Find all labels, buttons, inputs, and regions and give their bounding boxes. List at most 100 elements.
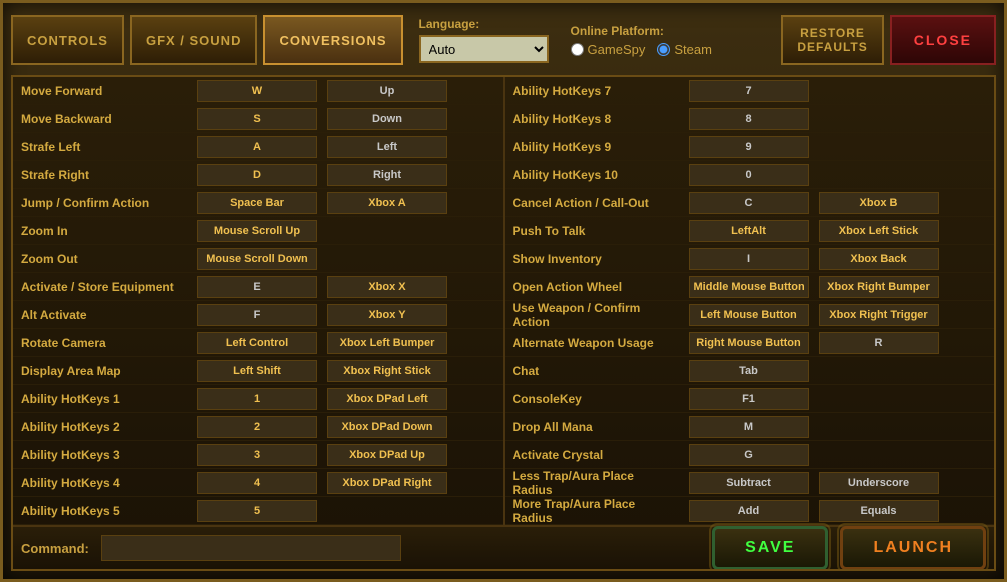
key-binding-secondary-input[interactable] (327, 80, 447, 102)
key-binding-secondary-input[interactable] (819, 332, 939, 354)
key-binding-primary-input[interactable] (197, 416, 317, 438)
control-action-name: Ability HotKeys 1 (13, 389, 193, 409)
key-binding-secondary-input[interactable] (819, 304, 939, 326)
control-action-name: Drop All Mana (505, 417, 685, 437)
key-binding-primary-input[interactable] (197, 472, 317, 494)
key-binding-primary (193, 274, 323, 300)
key-binding-primary-input[interactable] (689, 220, 809, 242)
platform-options: GameSpy Steam (571, 42, 712, 57)
key-binding-primary-input[interactable] (689, 276, 809, 298)
key-binding-secondary-input[interactable] (819, 248, 939, 270)
key-binding-secondary (323, 330, 453, 356)
key-binding-primary-input[interactable] (689, 388, 809, 410)
key-binding-secondary-input[interactable] (327, 416, 447, 438)
key-binding-primary-input[interactable] (197, 444, 317, 466)
key-binding-secondary-input[interactable] (327, 192, 447, 214)
key-binding-secondary-input[interactable] (819, 472, 939, 494)
key-binding-secondary-input[interactable] (327, 304, 447, 326)
key-binding-secondary-input[interactable] (327, 276, 447, 298)
key-binding-secondary-input[interactable] (819, 192, 939, 214)
key-binding-secondary-input[interactable] (327, 388, 447, 410)
key-binding-primary (685, 330, 815, 356)
key-binding-secondary-input[interactable] (819, 220, 939, 242)
key-binding-primary-input[interactable] (689, 192, 809, 214)
key-binding-primary-input[interactable] (689, 80, 809, 102)
key-binding-primary-input[interactable] (197, 108, 317, 130)
tab-gfx-sound[interactable]: GFX / SOUND (130, 15, 258, 65)
key-binding-primary-input[interactable] (197, 248, 317, 270)
key-binding-secondary-input[interactable] (327, 164, 447, 186)
key-binding-secondary-input[interactable] (327, 360, 447, 382)
key-binding-primary-input[interactable] (197, 80, 317, 102)
table-row: Display Area Map (13, 357, 503, 385)
key-binding-primary-input[interactable] (197, 164, 317, 186)
key-binding-primary-input[interactable] (689, 444, 809, 466)
tab-controls[interactable]: CONTROLS (11, 15, 124, 65)
key-binding-primary (193, 78, 323, 104)
restore-defaults-button[interactable]: RESTOREDEFAULTS (781, 15, 883, 65)
key-binding-secondary (323, 229, 453, 233)
launch-button[interactable]: LAUNCH (840, 526, 986, 570)
control-action-name: More Trap/Aura Place Radius (505, 494, 685, 526)
key-binding-primary (193, 162, 323, 188)
control-action-name: Alt Activate (13, 305, 193, 325)
key-binding-primary (685, 302, 815, 328)
control-action-name: Show Inventory (505, 249, 685, 269)
key-binding-secondary-input[interactable] (327, 444, 447, 466)
key-binding-primary-input[interactable] (689, 108, 809, 130)
key-binding-primary (193, 246, 323, 272)
tab-conversions[interactable]: CONVERSIONS (263, 15, 402, 65)
key-binding-secondary (323, 78, 453, 104)
key-binding-primary-input[interactable] (689, 360, 809, 382)
key-binding-primary-input[interactable] (197, 304, 317, 326)
key-binding-primary-input[interactable] (197, 220, 317, 242)
key-binding-secondary (815, 397, 945, 401)
key-binding-primary-input[interactable] (689, 164, 809, 186)
key-binding-secondary (815, 218, 945, 244)
key-binding-primary (685, 442, 815, 468)
key-binding-secondary-input[interactable] (819, 500, 939, 522)
key-binding-secondary-input[interactable] (327, 332, 447, 354)
key-binding-primary-input[interactable] (197, 276, 317, 298)
table-row: Zoom Out (13, 245, 503, 273)
key-binding-primary-input[interactable] (197, 136, 317, 158)
key-binding-primary-input[interactable] (689, 472, 809, 494)
key-binding-secondary-input[interactable] (327, 136, 447, 158)
control-action-name: Display Area Map (13, 361, 193, 381)
key-binding-secondary (323, 442, 453, 468)
main-window: CONTROLS GFX / SOUND CONVERSIONS Languag… (0, 0, 1007, 582)
key-binding-primary-input[interactable] (197, 192, 317, 214)
control-action-name: Rotate Camera (13, 333, 193, 353)
key-binding-primary-input[interactable] (197, 360, 317, 382)
language-select[interactable]: Auto English French German (419, 35, 549, 63)
control-action-name: Alternate Weapon Usage (505, 333, 685, 353)
key-binding-secondary-input[interactable] (819, 276, 939, 298)
key-binding-primary-input[interactable] (689, 332, 809, 354)
key-binding-primary-input[interactable] (689, 304, 809, 326)
control-action-name: Ability HotKeys 7 (505, 81, 685, 101)
key-binding-primary-input[interactable] (689, 416, 809, 438)
key-binding-primary (685, 134, 815, 160)
platform-gamespy[interactable]: GameSpy (571, 42, 646, 57)
table-row: Cancel Action / Call-Out (505, 189, 995, 217)
key-binding-primary-input[interactable] (197, 388, 317, 410)
control-action-name: Activate Crystal (505, 445, 685, 465)
key-binding-secondary (323, 162, 453, 188)
key-binding-secondary-input[interactable] (327, 108, 447, 130)
key-binding-primary-input[interactable] (689, 248, 809, 270)
key-binding-primary-input[interactable] (197, 500, 317, 522)
key-binding-primary-input[interactable] (689, 136, 809, 158)
key-binding-secondary (323, 302, 453, 328)
close-button[interactable]: CLOSE (890, 15, 996, 65)
top-bar: CONTROLS GFX / SOUND CONVERSIONS Languag… (11, 11, 996, 69)
table-row: Move Backward (13, 105, 503, 133)
table-row: Jump / Confirm Action (13, 189, 503, 217)
key-binding-primary-input[interactable] (689, 500, 809, 522)
platform-steam[interactable]: Steam (657, 42, 712, 57)
command-input[interactable] (101, 535, 401, 561)
save-button[interactable]: SAVE (712, 526, 828, 570)
language-label: Language: (419, 17, 480, 31)
table-row: Chat (505, 357, 995, 385)
key-binding-primary-input[interactable] (197, 332, 317, 354)
key-binding-secondary-input[interactable] (327, 472, 447, 494)
